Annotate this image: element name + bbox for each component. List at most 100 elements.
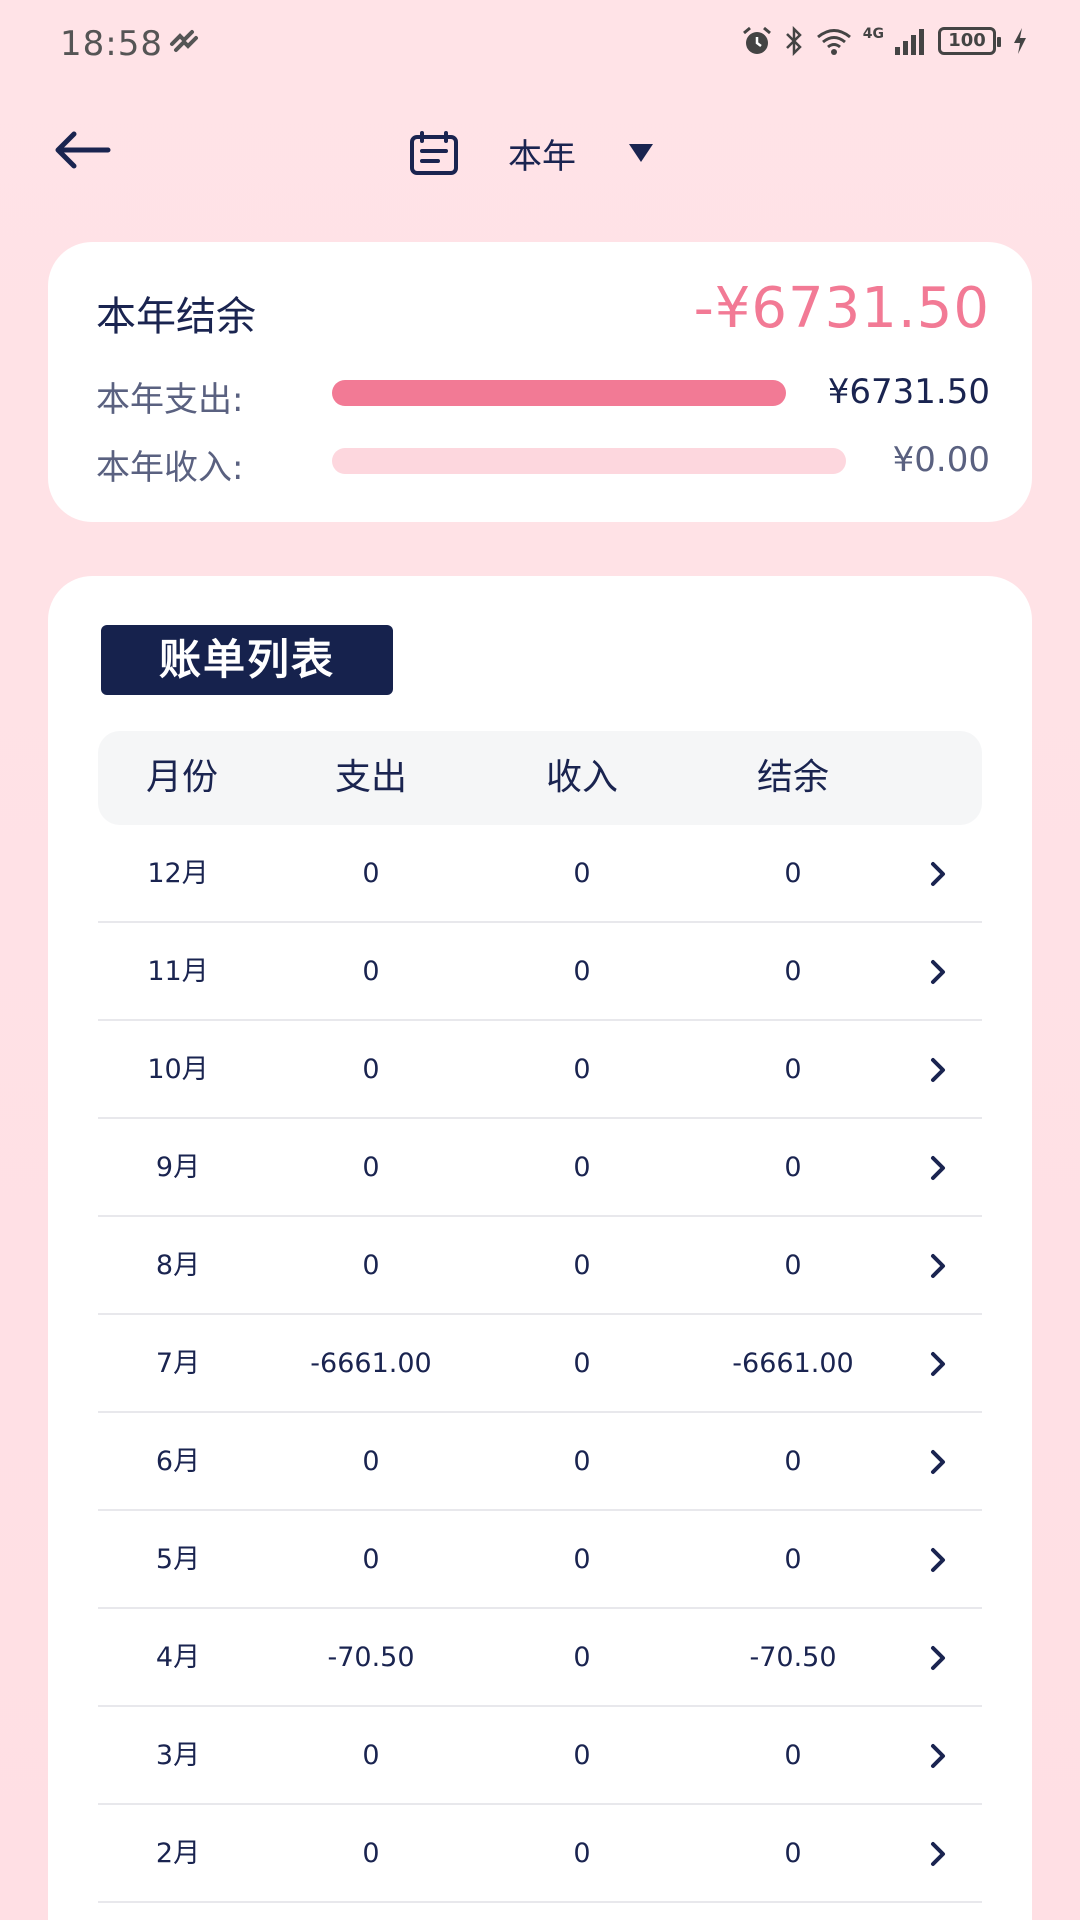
row-balance: 0 [784,1544,802,1575]
back-arrow-icon[interactable] [52,126,116,174]
period-selector[interactable]: 本年 [408,128,654,178]
row-month: 3月 [155,1740,201,1771]
row-expense: 0 [362,956,380,987]
row-income: 0 [573,858,591,889]
table-row[interactable]: 3月 0 0 0 [98,1707,982,1805]
table-row[interactable]: 7月 -6661.00 0 -6661.00 [98,1315,982,1413]
alarm-icon [742,26,771,54]
row-month: 6月 [155,1446,201,1477]
notification-icon [170,30,198,52]
row-balance: 0 [784,1054,802,1085]
chevron-right-icon[interactable] [928,1449,948,1475]
chevron-right-icon[interactable] [928,1743,948,1769]
row-income: 0 [573,956,591,987]
row-income: 0 [573,1250,591,1281]
row-income: 0 [573,1544,591,1575]
table-row[interactable]: 8月 0 0 0 [98,1217,982,1315]
row-balance: 0 [784,1152,802,1183]
expense-label: 本年支出: [96,380,244,420]
header: 本年 [0,110,1080,190]
row-expense: 0 [362,1740,380,1771]
row-income: 0 [573,1446,591,1477]
header-income: 收入 [545,757,618,798]
row-income: 0 [573,1642,591,1673]
bluetooth-icon [785,26,802,56]
screen: 18:58 4G 100 本年 本年结余 -¥6731.50 本年支出: ¥67… [0,0,1080,1920]
row-balance: 0 [784,1838,802,1869]
row-expense: 0 [362,1838,380,1869]
bill-list-title: 账单列表 [101,625,393,695]
row-income: 0 [573,1152,591,1183]
battery-icon: 100 [938,27,1001,55]
row-income: 0 [573,1348,591,1379]
table-header: 月份 支出 收入 结余 [98,731,982,825]
status-bar: 18:58 4G 100 [0,0,1080,86]
row-expense: 0 [362,1152,380,1183]
row-month: 7月 [155,1348,201,1379]
row-balance: -6661.00 [732,1348,854,1379]
row-balance: 0 [784,1740,802,1771]
header-expense: 支出 [334,757,407,798]
expense-value: ¥6731.50 [827,372,990,412]
chevron-right-icon[interactable] [928,1253,948,1279]
chevron-right-icon[interactable] [928,1351,948,1377]
table-row[interactable]: 4月 -70.50 0 -70.50 [98,1609,982,1707]
table-row[interactable]: 9月 0 0 0 [98,1119,982,1217]
row-balance: 0 [784,956,802,987]
table-row[interactable]: 10月 0 0 0 [98,1021,982,1119]
header-month: 月份 [145,757,218,798]
status-time: 18:58 [60,24,163,64]
table-row[interactable]: 5月 0 0 0 [98,1511,982,1609]
dropdown-triangle-icon [629,144,653,162]
row-balance: -70.50 [749,1642,837,1673]
row-income: 0 [573,1740,591,1771]
chevron-right-icon[interactable] [928,1057,948,1083]
row-month: 4月 [155,1642,201,1673]
header-balance: 结余 [756,757,829,798]
period-label: 本年 [508,136,576,177]
calendar-icon [410,131,458,175]
chevron-right-icon[interactable] [928,959,948,985]
income-value: ¥0.00 [892,440,990,480]
table-row[interactable]: 2月 0 0 0 [98,1805,982,1903]
row-month: 11月 [147,956,209,987]
row-month: 12月 [147,858,209,889]
chevron-right-icon[interactable] [928,1155,948,1181]
row-month: 2月 [155,1838,201,1869]
row-expense: 0 [362,1054,380,1085]
row-balance: 0 [784,1250,802,1281]
chevron-right-icon[interactable] [928,1841,948,1867]
table-row[interactable]: 11月 0 0 0 [98,923,982,1021]
status-icons: 4G 100 [741,26,1028,56]
summary-title: 本年结余 [96,294,256,340]
row-balance: 0 [784,1446,802,1477]
row-income: 0 [573,1838,591,1869]
row-month: 10月 [147,1054,209,1085]
chevron-right-icon[interactable] [928,1547,948,1573]
row-expense: -70.50 [327,1642,415,1673]
row-expense: 0 [362,1544,380,1575]
signal-icon [895,29,924,55]
row-expense: 0 [362,1250,380,1281]
bill-list-card: 账单列表 月份 支出 收入 结余 12月 0 0 0 11月 0 0 0 10月 0 0 0 9月 0 0 0… [48,576,1032,1920]
row-income: 0 [573,1054,591,1085]
row-month: 5月 [155,1544,201,1575]
row-expense: 0 [362,858,380,889]
row-month: 8月 [155,1250,201,1281]
table-row[interactable]: 12月 0 0 0 [98,825,982,923]
chevron-right-icon[interactable] [928,1645,948,1671]
network-type: 4G [862,26,884,42]
table-body: 12月 0 0 0 11月 0 0 0 10月 0 0 0 9月 0 0 0 8月 0 0 0 7月 -6661.00 0 -… [98,825,982,1903]
row-expense: 0 [362,1446,380,1477]
row-balance: 0 [784,858,802,889]
expense-bar [332,380,786,406]
table-row[interactable]: 6月 0 0 0 [98,1413,982,1511]
chevron-right-icon[interactable] [928,861,948,887]
wifi-icon [816,29,851,55]
summary-card: 本年结余 -¥6731.50 本年支出: ¥6731.50 本年收入: ¥0.0… [48,242,1032,522]
summary-balance: -¥6731.50 [693,276,990,341]
charging-icon [1014,28,1026,54]
income-bar [332,448,846,474]
row-expense: -6661.00 [310,1348,432,1379]
income-label: 本年收入: [96,448,244,488]
